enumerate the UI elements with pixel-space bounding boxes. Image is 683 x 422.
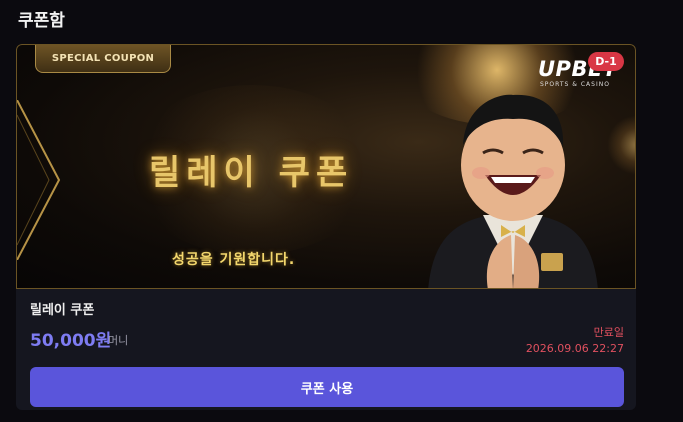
brand-logo-subtitle: SPORTS & CASINO xyxy=(540,81,610,88)
banner-tagline: 성공을 기원합니다. xyxy=(172,252,296,268)
page-title: 쿠폰함 xyxy=(18,11,65,31)
coupon-amount: 50,000원 xyxy=(30,331,112,351)
expiry-label: 만료일 xyxy=(593,326,624,339)
coupon-info: 릴레이 쿠폰 50,000원 머니 만료일 2026.09.06 22:27 쿠… xyxy=(16,289,636,410)
use-coupon-button[interactable]: 쿠폰 사용 xyxy=(30,367,624,407)
dday-badge: D-1 xyxy=(588,52,624,71)
coupon-name: 릴레이 쿠폰 xyxy=(30,303,95,318)
expiry-date: 2026.09.06 22:27 xyxy=(525,342,624,355)
mascot-image xyxy=(428,94,598,288)
coupon-card: SPECIAL COUPON 릴레이 쿠폰 성공을 기원합니다. UPBET S… xyxy=(16,44,636,410)
coupon-banner: SPECIAL COUPON 릴레이 쿠폰 성공을 기원합니다. UPBET S… xyxy=(16,44,636,289)
special-coupon-badge: SPECIAL COUPON xyxy=(35,45,171,73)
chevron-decoration xyxy=(17,100,61,260)
banner-title: 릴레이 쿠폰 xyxy=(149,153,354,193)
coupon-currency: 머니 xyxy=(108,334,129,347)
